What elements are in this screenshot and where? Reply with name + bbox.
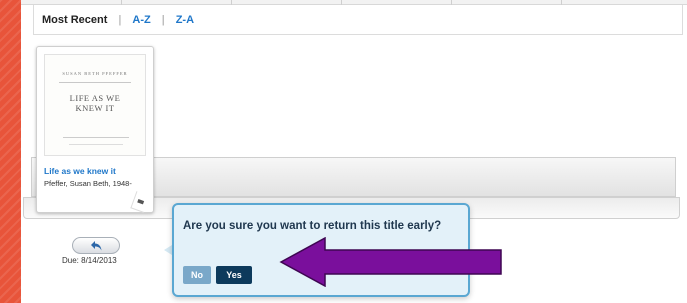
sort-bar: Most Recent | A-Z | Z-A	[33, 5, 683, 35]
no-button[interactable]: No	[183, 266, 211, 284]
cover-title-line1: LIFE AS WE	[69, 93, 121, 103]
content-panel: Most Recent | A-Z | Z-A SUSAN BETH PFEFF…	[21, 0, 687, 303]
book-format-icon: █	[130, 191, 150, 213]
dialog-question: Are you sure you want to return this tit…	[183, 220, 442, 232]
sort-a-z[interactable]: A-Z	[132, 14, 150, 26]
return-arrow-icon	[91, 241, 102, 251]
yes-button[interactable]: Yes	[216, 266, 252, 284]
return-title-button[interactable]	[72, 237, 120, 254]
cover-title-line2: KNEW IT	[75, 103, 115, 113]
book-title-link[interactable]: Life as we knew it	[44, 166, 116, 176]
sort-separator: |	[118, 14, 122, 26]
book-card[interactable]: SUSAN BETH PFEFFER LIFE AS WE KNEW IT Li…	[36, 46, 154, 213]
pointing-arrow-annotation	[279, 237, 502, 287]
book-author: Pfeffer, Susan Beth, 1948-	[44, 179, 132, 188]
cover-author: SUSAN BETH PFEFFER	[62, 71, 128, 76]
sort-most-recent[interactable]: Most Recent	[42, 14, 107, 26]
sort-z-a[interactable]: Z-A	[176, 14, 194, 26]
dialog-pointer	[164, 245, 172, 255]
due-date: Due: 8/14/2013	[62, 256, 117, 265]
book-cover[interactable]: SUSAN BETH PFEFFER LIFE AS WE KNEW IT	[44, 54, 146, 156]
sort-separator: |	[161, 14, 165, 26]
